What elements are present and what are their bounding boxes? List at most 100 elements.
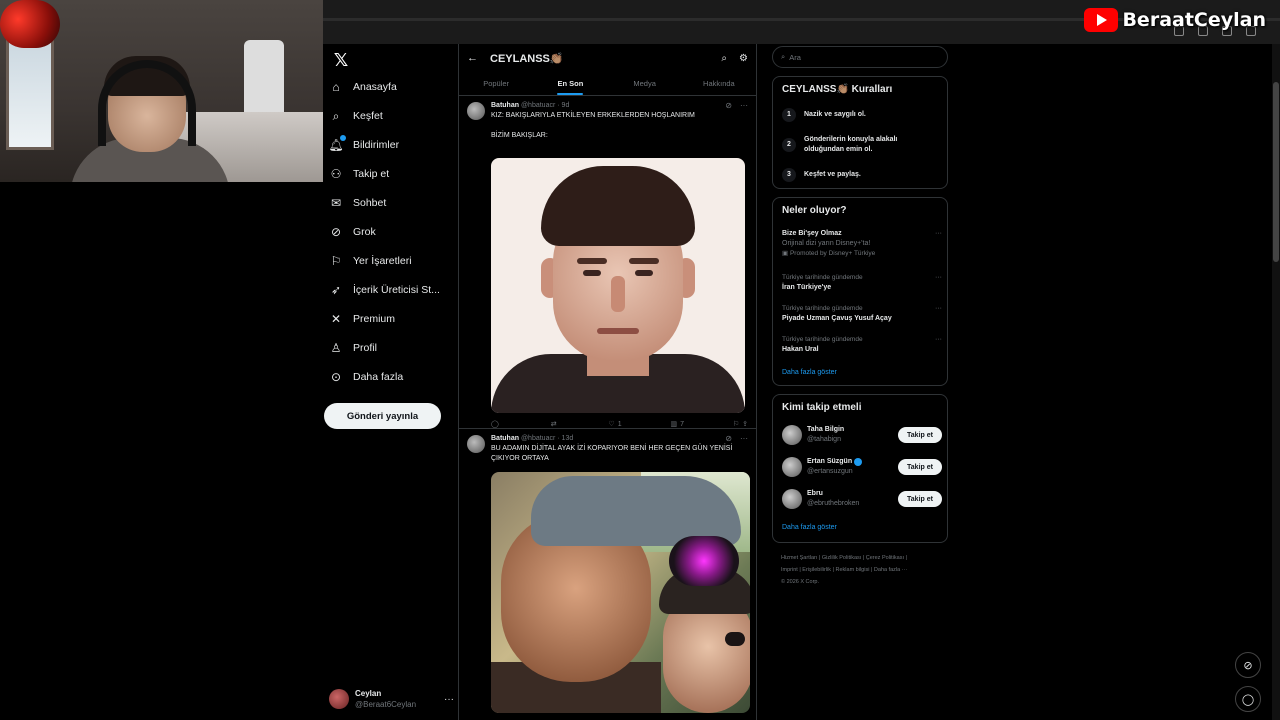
person-icon: ♙ (330, 341, 342, 355)
follow-name: Taha Bilgin (807, 426, 845, 433)
tab-about[interactable]: Hakkında (682, 72, 756, 95)
follow-suggestion[interactable]: Ebru @ebruthebroken Takip et (782, 486, 942, 512)
avatar[interactable] (467, 435, 485, 453)
search-icon: ⌕ (781, 52, 786, 61)
tweet-top-icons: ⊘ ··· (725, 101, 748, 110)
trends-title: Neler oluyor? (782, 205, 847, 216)
tweet-author[interactable]: Batuhan (491, 102, 519, 109)
youtube-icon (1084, 8, 1119, 32)
more-dots-icon[interactable]: ··· (935, 273, 942, 283)
share-icon[interactable]: ⇪ (742, 420, 748, 428)
search-icon: ⌕ (332, 108, 340, 123)
retweet-icon: ⇄ (550, 421, 557, 428)
reply-button[interactable]: ◯ (491, 420, 502, 428)
follow-button[interactable]: Takip et (898, 427, 942, 443)
footer-line[interactable]: Imprint | Erişilebilirlik | Reklam bilgi… (781, 564, 951, 576)
trend-item[interactable]: Türkiye tarihinde gündemde Hakan Ural ··… (782, 335, 942, 355)
who-to-follow-title: Kimi takip etmeli (782, 402, 862, 413)
image-mouth (597, 328, 639, 334)
grok-icon[interactable]: ⊘ (725, 101, 732, 110)
tab-media[interactable]: Medya (608, 72, 682, 95)
page-scrollbar[interactable] (1272, 44, 1280, 720)
nav-item-follow[interactable]: ⚇ Takip et (329, 162, 390, 186)
tweet-top-icons: ⊘ ··· (725, 434, 748, 443)
views-count: 7 (680, 420, 684, 428)
search-icon[interactable]: ⌕ (721, 53, 727, 64)
follow-button[interactable]: Takip et (898, 491, 942, 507)
gear-icon[interactable]: ⚙ (739, 53, 748, 64)
trend-title: İran Türkiye'ye (782, 284, 832, 291)
trend-promo: ▣ Promoted by Disney+ Türkiye (782, 249, 942, 259)
nav-item-grok[interactable]: ⊘ Grok (329, 220, 376, 244)
more-dots-icon[interactable]: ··· (740, 434, 748, 443)
more-dots-icon[interactable]: ··· (740, 101, 748, 110)
x-logo-icon[interactable]: 𝕏 (331, 50, 351, 71)
tweet-meta: Batuhan @hbatuacr · 13d (491, 435, 574, 442)
avatar[interactable] (782, 425, 802, 445)
nav-item-creator-studio[interactable]: ➶ İçerik Üreticisi St... (329, 278, 440, 302)
follow-info: Taha Bilgin @tahabign (807, 425, 844, 445)
nav-item-explore[interactable]: ⌕ Keşfet (329, 104, 383, 128)
like-button[interactable]: ♡ 1 (608, 420, 621, 429)
tweet[interactable]: Batuhan @hbatuacr · 13d ⊘ ··· BU ADAMIN … (459, 429, 756, 720)
follow-show-more-link[interactable]: Daha fazla göster (782, 524, 837, 531)
tab-latest[interactable]: En Son (533, 72, 607, 95)
more-dots-icon[interactable]: ··· (935, 335, 942, 345)
bookmark-icon: ⚐ (330, 254, 342, 268)
who-to-follow-box: Kimi takip etmeli Taha Bilgin @tahabign … (772, 394, 948, 543)
rule-number: 2 (782, 138, 796, 152)
nav-item-chat[interactable]: ✉ Sohbet (329, 191, 386, 215)
trend-item[interactable]: Türkiye tarihinde gündemde Piyade Uzman … (782, 304, 942, 324)
follow-suggestion[interactable]: Taha Bilgin @tahabign Takip et (782, 422, 942, 448)
avatar[interactable] (782, 457, 802, 477)
nav-item-premium[interactable]: ✕ Premium (329, 307, 395, 331)
grok-icon[interactable]: ⊘ (725, 434, 732, 443)
trend-item[interactable]: Türkiye tarihinde gündemde İran Türkiye'… (782, 273, 942, 293)
follow-handle: @ertansuzgun (807, 468, 853, 475)
bookmark-icon[interactable]: ⚐ (733, 420, 739, 428)
room-shelf (244, 40, 284, 120)
nav-item-bookmarks[interactable]: ⚐ Yer İşaretleri (329, 249, 412, 273)
messages-float-button[interactable]: ◯ (1235, 686, 1261, 712)
follow-suggestion[interactable]: Ertan Süzgün @ertansuzgun Takip et (782, 454, 942, 480)
nav-item-home[interactable]: ⌂ Anasayfa (329, 75, 396, 99)
tweet-time: 13d (561, 435, 574, 442)
tweet-text-line: ÇIKIYOR ORTAYA (491, 455, 549, 462)
account-switcher[interactable]: Ceylan @Beraat6Ceylan ··· (329, 684, 454, 714)
footer-line[interactable]: Hizmet Şartları | Gizlilik Politikası | … (781, 552, 951, 564)
tweet[interactable]: Batuhan @hbatuacr · 9d ⊘ ··· KIZ: BAKIŞL… (459, 96, 756, 429)
search-input[interactable]: ⌕ Ara (772, 46, 948, 68)
x-icon: ✕ (330, 312, 342, 326)
tweet-author[interactable]: Batuhan (491, 435, 519, 442)
tweet-image[interactable] (491, 158, 745, 413)
grok-float-button[interactable]: ⊘ (1235, 652, 1261, 678)
nav-item-more[interactable]: ⊙ Daha fazla (329, 365, 403, 389)
trend-subtitle: Orijinal dizi yarın Disney+'ta! (782, 240, 871, 247)
channel-badge: BeraatCeylan (1084, 8, 1266, 32)
follow-button[interactable]: Takip et (898, 459, 942, 475)
more-dots-icon[interactable]: ··· (935, 304, 942, 314)
tweet-handle[interactable]: @hbatuacr (521, 435, 555, 442)
back-arrow-icon[interactable]: ← (467, 52, 478, 64)
nav-item-label: İçerik Üreticisi St... (353, 284, 440, 296)
nav-item-notifications[interactable]: 🔔︎ Bildirimler (328, 133, 399, 157)
tab-popular[interactable]: Popüler (459, 72, 533, 95)
avatar[interactable] (782, 489, 802, 509)
retweet-button[interactable]: ⇄ (551, 420, 560, 428)
more-dots-icon[interactable]: ··· (444, 694, 454, 705)
more-dots-icon[interactable]: ··· (935, 229, 942, 239)
image-nose (611, 276, 625, 312)
avatar[interactable] (467, 102, 485, 120)
post-button[interactable]: Gönderi yayınla (324, 403, 441, 429)
nav-item-profile[interactable]: ♙ Profil (329, 336, 377, 360)
trend-title: Bize Bi'şey Olmaz (782, 230, 842, 237)
views-button[interactable]: ▥ 7 (670, 420, 684, 429)
tweet-handle[interactable]: @hbatuacr (521, 102, 555, 109)
scrollbar-thumb[interactable] (1273, 82, 1279, 262)
trend-item[interactable]: Bize Bi'şey Olmaz Orijinal dizi yarın Di… (782, 229, 942, 259)
trend-title: Piyade Uzman Çavuş Yusuf Açay (782, 315, 892, 322)
more-circle-icon: ⊙ (330, 370, 342, 384)
trends-show-more-link[interactable]: Daha fazla göster (782, 369, 837, 376)
notification-dot (340, 135, 346, 141)
tweet-image[interactable] (491, 472, 750, 713)
